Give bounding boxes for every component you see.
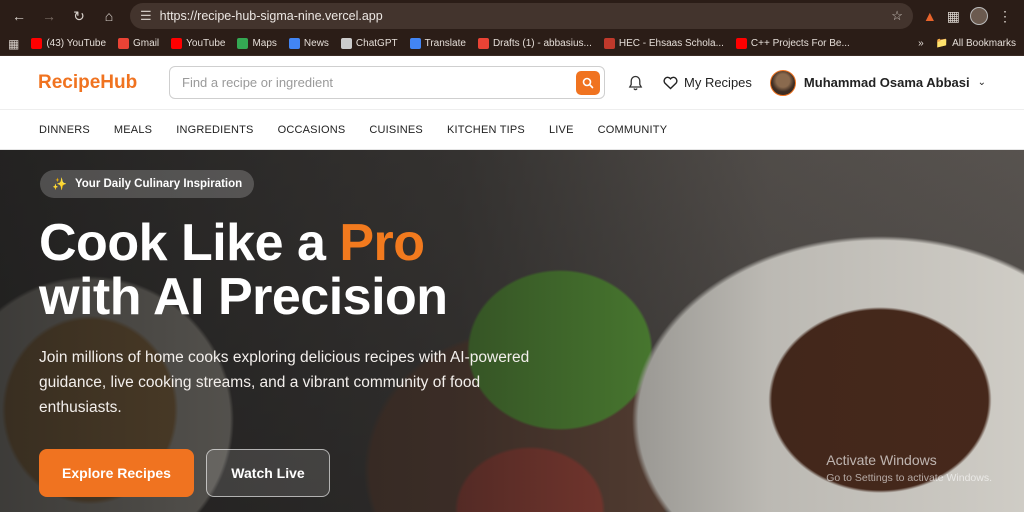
reload-icon[interactable]: ↻: [66, 3, 92, 29]
all-bookmarks-label: All Bookmarks: [952, 38, 1016, 49]
hero-title-part1: Cook Like a: [39, 214, 340, 272]
bookmark-item[interactable]: News: [288, 38, 329, 49]
bookmark-label: (43) YouTube: [46, 38, 107, 49]
chevron-down-icon: ⌄: [977, 77, 986, 88]
favicon-icon: [477, 38, 489, 49]
nav-item-community[interactable]: COMMUNITY: [598, 124, 668, 136]
user-name: Muhammad Osama Abbasi: [803, 75, 970, 90]
nav-item-dinners[interactable]: DINNERS: [39, 124, 90, 136]
search-button[interactable]: [576, 70, 600, 95]
bookmark-item[interactable]: YouTube: [171, 38, 225, 49]
bookmark-label: ChatGPT: [355, 38, 398, 49]
bookmark-item[interactable]: Maps: [237, 38, 277, 49]
activate-windows-watermark: Activate Windows Go to Settings to activ…: [826, 452, 992, 484]
bookmark-item[interactable]: ChatGPT: [340, 38, 398, 49]
bell-icon: [628, 75, 642, 90]
nav-item-live[interactable]: LIVE: [549, 124, 574, 136]
bookmark-label: News: [303, 38, 329, 49]
search-bar: [169, 66, 605, 99]
forward-icon[interactable]: →: [36, 3, 62, 29]
browser-toolbar: ← → ↻ ⌂ ☰ https://recipe-hub-sigma-nine.…: [0, 0, 1024, 32]
bookmark-label: YouTube: [186, 38, 226, 49]
watch-live-button[interactable]: Watch Live: [206, 449, 330, 497]
watermark-subtitle: Go to Settings to activate Windows.: [826, 472, 992, 484]
bookmark-item[interactable]: Translate: [409, 38, 466, 49]
site-header: RecipeHub My Recipes Muhammad Osama Abba…: [0, 56, 1024, 110]
extension-fire-icon[interactable]: ▲: [923, 8, 937, 24]
menu-icon[interactable]: ⋮: [998, 8, 1012, 25]
avatar: [769, 69, 796, 96]
favicon-icon: [118, 38, 130, 49]
hero-section: ✨ Your Daily Culinary Inspiration Cook L…: [0, 150, 1024, 512]
favicon-icon: [735, 38, 747, 49]
bookmark-label: C++ Projects For Be...: [750, 38, 850, 49]
user-menu[interactable]: Muhammad Osama Abbasi ⌄: [769, 69, 986, 96]
bookmarks-bar: ▦ (43) YouTube Gmail YouTube Maps News ChatGP…: [0, 32, 1024, 56]
search-icon: [582, 77, 594, 88]
hero-title: Cook Like a Pro with AI Precision: [39, 216, 448, 324]
hero-title-line2: with AI Precision: [39, 268, 448, 326]
notifications-button[interactable]: [625, 73, 645, 93]
my-recipes-link[interactable]: My Recipes: [663, 75, 752, 90]
hero-title-accent: Pro: [339, 214, 425, 272]
bookmark-label: Drafts (1) - abbasius...: [492, 38, 592, 49]
favicon-icon: [409, 38, 421, 49]
favicon-icon: [171, 38, 183, 49]
all-bookmarks[interactable]: 📁 All Bookmarks: [936, 38, 1016, 49]
favicon-icon: [31, 38, 43, 49]
back-icon[interactable]: ←: [6, 3, 32, 29]
nav-item-ingredients[interactable]: INGREDIENTS: [176, 124, 253, 136]
search-input[interactable]: [182, 75, 576, 90]
bookmark-item[interactable]: HEC - Ehsaas Schola...: [603, 38, 724, 49]
folder-icon: 📁: [935, 38, 949, 49]
tagline-text: Your Daily Culinary Inspiration: [74, 178, 243, 190]
heart-icon: [663, 76, 678, 89]
extensions-icon[interactable]: ▦: [947, 8, 960, 25]
bookmark-item[interactable]: C++ Projects For Be...: [735, 38, 850, 49]
logo[interactable]: RecipeHub: [38, 72, 169, 94]
address-bar[interactable]: ☰ https://recipe-hub-sigma-nine.vercel.a…: [130, 3, 913, 29]
profile-icon[interactable]: [970, 7, 988, 25]
bookmark-item[interactable]: (43) YouTube: [31, 38, 106, 49]
bookmark-item[interactable]: Gmail: [118, 38, 159, 49]
site-info-icon[interactable]: ☰: [140, 8, 152, 24]
favicon-icon: [237, 38, 249, 49]
nav-item-kitchen-tips[interactable]: KITCHEN TIPS: [447, 124, 525, 136]
bookmark-label: Translate: [424, 38, 466, 49]
sparkle-icon: ✨: [52, 177, 67, 191]
home-icon[interactable]: ⌂: [96, 3, 122, 29]
hero-subtitle: Join millions of home cooks exploring de…: [39, 349, 530, 416]
nav-item-cuisines[interactable]: CUISINES: [369, 124, 423, 136]
favicon-icon: [288, 38, 300, 49]
watermark-title: Activate Windows: [826, 452, 937, 468]
tagline-pill: ✨ Your Daily Culinary Inspiration: [40, 170, 255, 198]
my-recipes-label: My Recipes: [684, 75, 752, 90]
bookmark-label: HEC - Ehsaas Schola...: [618, 38, 724, 49]
bookmark-label: Maps: [252, 38, 277, 49]
explore-recipes-button[interactable]: Explore Recipes: [39, 449, 194, 497]
bookmark-label: Gmail: [133, 38, 160, 49]
bookmark-star-icon[interactable]: ☆: [891, 8, 903, 24]
favicon-icon: [340, 38, 352, 49]
favicon-icon: [603, 38, 615, 49]
url-text[interactable]: https://recipe-hub-sigma-nine.vercel.app: [160, 9, 884, 23]
apps-icon[interactable]: ▦: [8, 37, 19, 51]
category-nav: DINNERS MEALS INGREDIENTS OCCASIONS CUISINES…: [0, 110, 1024, 150]
bookmarks-overflow[interactable]: »: [918, 38, 924, 49]
bookmark-item[interactable]: Drafts (1) - abbasius...: [477, 38, 592, 49]
nav-item-occasions[interactable]: OCCASIONS: [278, 124, 346, 136]
nav-item-meals[interactable]: MEALS: [114, 124, 152, 136]
